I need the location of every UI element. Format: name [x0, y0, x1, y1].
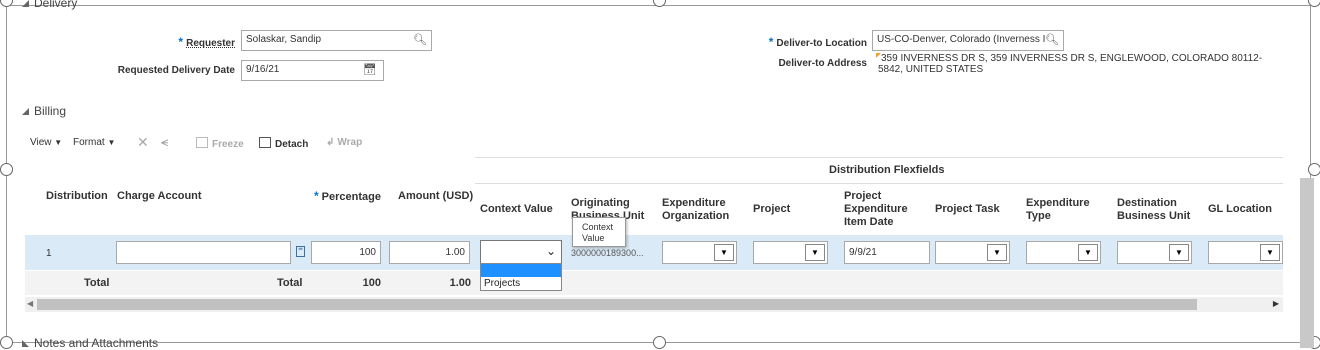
col-project-expenditure-item-date[interactable]: Project Expenditure Item Date: [844, 190, 908, 229]
col-context-value[interactable]: Context Value: [480, 203, 553, 216]
dropdown-arrow-icon[interactable]: ▼: [1169, 244, 1189, 261]
wrap-button[interactable]: ↲ Wrap: [326, 137, 362, 148]
col-gl-location[interactable]: GL Location: [1208, 203, 1272, 216]
resize-handle-right-mid[interactable]: [1308, 163, 1320, 176]
dropdown-arrow-icon: ▼: [54, 138, 63, 147]
total-percentage: 100: [362, 277, 381, 289]
search-icon[interactable]: 🔍︎: [1045, 33, 1059, 46]
freeze-icon: [196, 137, 208, 148]
detach-button[interactable]: Detach: [259, 137, 308, 150]
totals-row: [25, 271, 1283, 295]
format-menu[interactable]: Format ▼: [73, 137, 115, 148]
requested-delivery-date-field[interactable]: 9/16/21 📅︎: [241, 60, 384, 81]
account-selector-icon[interactable]: ≡: [296, 245, 305, 257]
header-divider-mid: [475, 183, 1283, 184]
dropdown-arrow-icon[interactable]: ▼: [1260, 244, 1280, 261]
project-select[interactable]: ▼: [753, 241, 828, 264]
col-destination-business-unit[interactable]: Destination Business Unit: [1117, 197, 1190, 223]
col-percentage[interactable]: * Percentage: [314, 190, 381, 204]
distribution-number: 1: [46, 248, 52, 259]
required-marker: *: [768, 35, 774, 49]
col-project-task[interactable]: Project Task: [935, 203, 1000, 216]
gl-location-select[interactable]: ▼: [1208, 241, 1283, 264]
vertical-scrollbar[interactable]: [1300, 178, 1314, 348]
amount-input[interactable]: 1.00: [389, 241, 470, 264]
view-menu[interactable]: View ▼: [30, 137, 62, 148]
destination-business-unit-select[interactable]: ▼: [1117, 241, 1192, 264]
deliver-to-location-field[interactable]: US-CO-Denver, Colorado (Inverness I 🔍︎: [872, 30, 1064, 51]
collapse-triangle-icon: [22, 340, 29, 348]
requester-field[interactable]: Solaskar, Sandip 🔍︎: [241, 30, 432, 51]
scrollbar-thumb[interactable]: [37, 299, 1197, 310]
requested-delivery-date-label: Requested Delivery Date: [117, 65, 235, 76]
scroll-left-icon[interactable]: ◀: [27, 299, 33, 308]
total-label-charge-account: Total: [277, 277, 303, 289]
dropdown-arrow-icon[interactable]: ▼: [1078, 244, 1098, 261]
deliver-to-address-label: Deliver-to Address: [778, 58, 867, 69]
chevron-down-icon: ⌄: [545, 244, 556, 258]
wrap-icon: ↲: [326, 137, 335, 148]
col-expenditure-type[interactable]: Expenditure Type: [1026, 197, 1090, 223]
detach-icon: [259, 137, 271, 148]
calendar-icon[interactable]: 📅︎: [363, 63, 377, 76]
col-project[interactable]: Project: [753, 203, 790, 216]
col-distribution[interactable]: Distribution: [46, 190, 108, 203]
scroll-right-icon[interactable]: ▶: [1273, 299, 1279, 308]
col-expenditure-organization[interactable]: Expenditure Organization: [662, 197, 729, 223]
col-charge-account[interactable]: Charge Account: [117, 190, 202, 203]
requester-label: * Requester: [178, 35, 235, 49]
percentage-input[interactable]: 100: [311, 241, 381, 264]
horizontal-scrollbar[interactable]: ◀ ▶: [25, 297, 1283, 312]
header-divider-top: [475, 157, 1283, 158]
dropdown-option-projects[interactable]: Projects: [481, 277, 561, 290]
delivery-section-header[interactable]: Delivery: [22, 0, 77, 10]
expenditure-type-select[interactable]: ▼: [1026, 241, 1101, 264]
resize-handle-left-mid[interactable]: [0, 163, 13, 176]
context-value-tooltip: Context Value: [572, 217, 626, 247]
dropdown-arrow-icon[interactable]: ▼: [714, 244, 734, 261]
required-marker: *: [178, 35, 184, 49]
total-amount: 1.00: [449, 277, 471, 289]
total-label-distribution: Total: [84, 277, 110, 289]
col-amount[interactable]: Amount (USD): [398, 190, 473, 203]
dropdown-arrow-icon: ▼: [107, 138, 116, 147]
project-task-select[interactable]: ▼: [935, 241, 1010, 264]
dropdown-option-blank[interactable]: [481, 264, 561, 277]
freeze-button[interactable]: Freeze: [196, 137, 244, 150]
deliver-to-location-label: * Deliver-to Location: [768, 35, 867, 49]
delete-icon[interactable]: ✕: [137, 134, 149, 151]
context-value-select[interactable]: ⌄: [480, 240, 562, 265]
expenditure-organization-select[interactable]: ▼: [662, 241, 737, 264]
dropdown-arrow-icon[interactable]: ▼: [805, 244, 825, 261]
dropdown-arrow-icon[interactable]: ▼: [987, 244, 1007, 261]
distribution-flexfields-header: Distribution Flexfields: [829, 164, 945, 176]
collapse-triangle-icon: [22, 108, 29, 116]
charge-account-input[interactable]: [116, 241, 291, 264]
search-icon[interactable]: 🔍︎: [413, 33, 427, 46]
resize-handle-bottom-left[interactable]: [0, 336, 13, 349]
required-marker: *: [314, 189, 319, 203]
collapse-triangle-icon: [22, 0, 29, 8]
split-icon[interactable]: ⪪: [161, 134, 168, 150]
billing-section-header[interactable]: Billing: [22, 104, 66, 118]
originating-business-unit-value: 3000000189300...: [571, 248, 644, 258]
context-value-dropdown-list: Projects: [480, 263, 562, 291]
expenditure-item-date-input[interactable]: 9/9/21: [844, 241, 930, 264]
resize-handle-bottom-mid[interactable]: [653, 336, 666, 349]
deliver-to-address-value: 359 INVERNESS DR S, 359 INVERNESS DR S, …: [876, 53, 1263, 75]
